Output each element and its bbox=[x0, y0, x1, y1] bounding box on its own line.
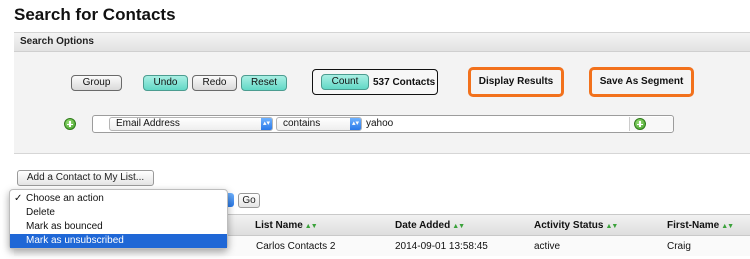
add-condition-plus-icon[interactable] bbox=[634, 118, 646, 130]
go-button[interactable]: Go bbox=[238, 193, 260, 208]
contacts-count: 537 Contacts bbox=[373, 77, 436, 88]
filter-operator-select[interactable]: contains ▴▾ bbox=[276, 117, 362, 131]
menu-item-delete[interactable]: Delete bbox=[10, 206, 227, 220]
search-options-header: Search Options bbox=[14, 32, 750, 52]
column-header-label: List Name bbox=[255, 220, 303, 231]
display-results-label: Display Results bbox=[478, 76, 554, 87]
column-header-list-name[interactable]: List Name ▲▼ bbox=[255, 220, 318, 231]
search-options-label: Search Options bbox=[20, 36, 94, 47]
menu-item-mark-unsubscribed[interactable]: Mark as unsubscribed bbox=[10, 234, 227, 248]
cell-first-name: Craig bbox=[667, 241, 691, 252]
filter-row: Email Address ▴▾ contains ▴▾ yahoo bbox=[92, 115, 674, 133]
chevron-updown-icon: ▴▾ bbox=[261, 118, 272, 130]
menu-item-label: Delete bbox=[26, 207, 55, 218]
chevron-updown-icon: ▴▾ bbox=[350, 118, 361, 130]
filter-field-select[interactable]: Email Address ▴▾ bbox=[109, 117, 273, 131]
menu-item-label: Choose an action bbox=[26, 193, 104, 204]
column-header-label: Activity Status bbox=[534, 220, 604, 231]
menu-item-label: Mark as bounced bbox=[26, 221, 103, 232]
sort-arrows-icon[interactable]: ▲▼ bbox=[721, 223, 734, 230]
column-header-label: Date Added bbox=[395, 220, 451, 231]
page-title: Search for Contacts bbox=[14, 5, 176, 24]
display-results-button[interactable]: Display Results bbox=[468, 67, 564, 97]
add-filter-plus-icon[interactable] bbox=[64, 118, 76, 130]
column-header-label: First-Name bbox=[667, 220, 720, 231]
filter-row-add-cell bbox=[629, 117, 673, 131]
menu-item-choose-action[interactable]: ✓ Choose an action bbox=[10, 192, 227, 206]
column-header-activity-status[interactable]: Activity Status ▲▼ bbox=[534, 220, 618, 231]
checkmark-icon: ✓ bbox=[14, 193, 23, 204]
column-header-date-added[interactable]: Date Added ▲▼ bbox=[395, 220, 465, 231]
menu-item-mark-bounced[interactable]: Mark as bounced bbox=[10, 220, 227, 234]
filter-value-input[interactable]: yahoo bbox=[363, 117, 629, 131]
column-header-first-name[interactable]: First-Name ▲▼ bbox=[667, 220, 734, 231]
reset-button[interactable]: Reset bbox=[241, 75, 287, 91]
cell-date-added: 2014-09-01 13:58:45 bbox=[395, 241, 488, 252]
count-button[interactable]: Count bbox=[321, 74, 369, 90]
sort-arrows-icon[interactable]: ▲▼ bbox=[605, 223, 618, 230]
cell-activity-status: active bbox=[534, 241, 561, 252]
sort-arrows-icon[interactable]: ▲▼ bbox=[305, 223, 318, 230]
add-to-list-button[interactable]: Add a Contact to My List... bbox=[17, 170, 154, 186]
menu-item-label: Mark as unsubscribed bbox=[26, 235, 124, 246]
filter-operator-value: contains bbox=[283, 118, 321, 129]
undo-button[interactable]: Undo bbox=[143, 75, 188, 91]
cell-list-name: Carlos Contacts 2 bbox=[256, 241, 336, 252]
save-as-segment-button[interactable]: Save As Segment bbox=[589, 67, 694, 97]
save-as-segment-label: Save As Segment bbox=[599, 76, 684, 87]
group-button[interactable]: Group bbox=[71, 75, 122, 91]
filter-field-value: Email Address bbox=[116, 118, 180, 129]
sort-arrows-icon[interactable]: ▲▼ bbox=[452, 223, 465, 230]
action-dropdown-menu: ✓ Choose an action Delete Mark as bounce… bbox=[9, 189, 228, 249]
redo-button[interactable]: Redo bbox=[192, 75, 237, 91]
